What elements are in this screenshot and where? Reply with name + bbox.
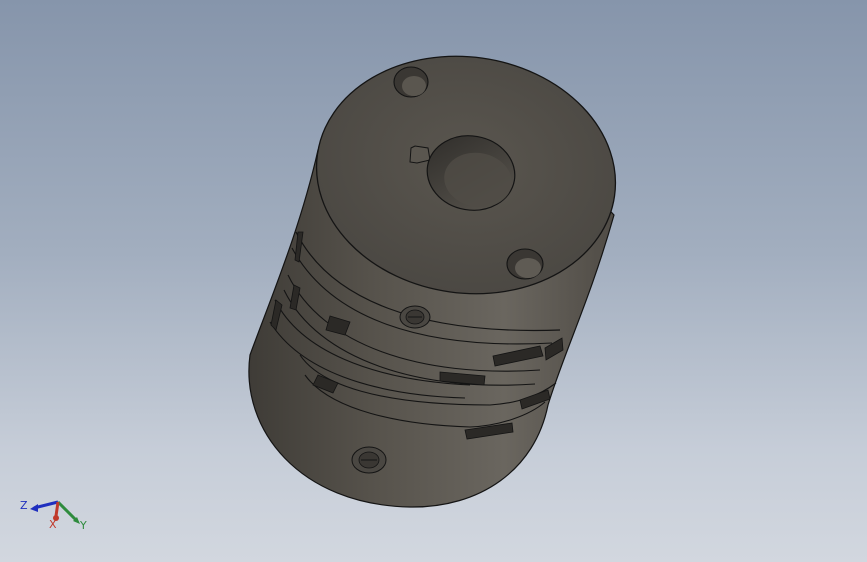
z-axis-arrow (30, 504, 38, 512)
set-screw-upper (399, 305, 431, 329)
graphics-viewport[interactable]: Z Y X (0, 0, 867, 562)
coupling-model[interactable] (0, 0, 867, 562)
mounting-hole-1-inner (402, 76, 426, 96)
z-axis-label: Z (20, 499, 28, 512)
x-axis-label: X (49, 518, 57, 531)
mounting-hole-2-inner (515, 258, 541, 278)
x-axis-line (54, 501, 60, 517)
bore-keyway (409, 145, 431, 164)
y-axis-line (56, 500, 78, 522)
view-orientation-triad-icon[interactable]: Z Y X (18, 490, 98, 535)
y-axis-label: Y (79, 519, 87, 532)
set-screw-lower (351, 446, 387, 474)
